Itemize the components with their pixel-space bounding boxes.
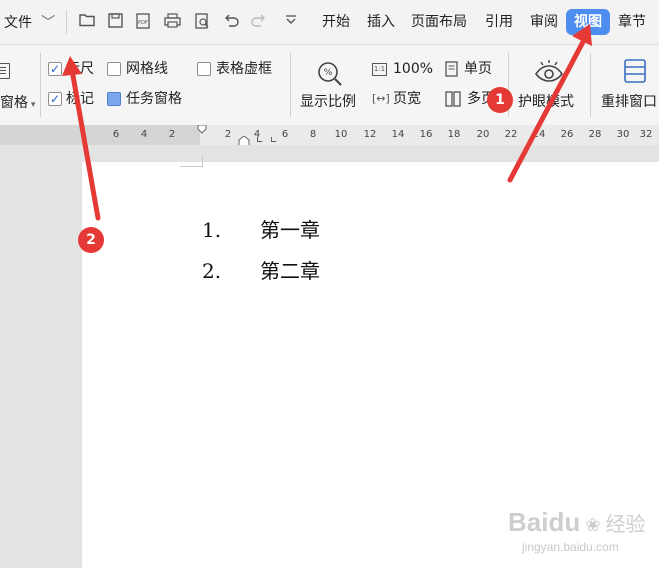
arrow-to-view-tab bbox=[507, 24, 592, 183]
step-badge-2: 2 bbox=[78, 227, 104, 253]
arrow-to-ruler-checkbox bbox=[62, 56, 101, 221]
annotation-arrows bbox=[62, 24, 592, 221]
step-badge-1: 1 bbox=[487, 87, 513, 113]
